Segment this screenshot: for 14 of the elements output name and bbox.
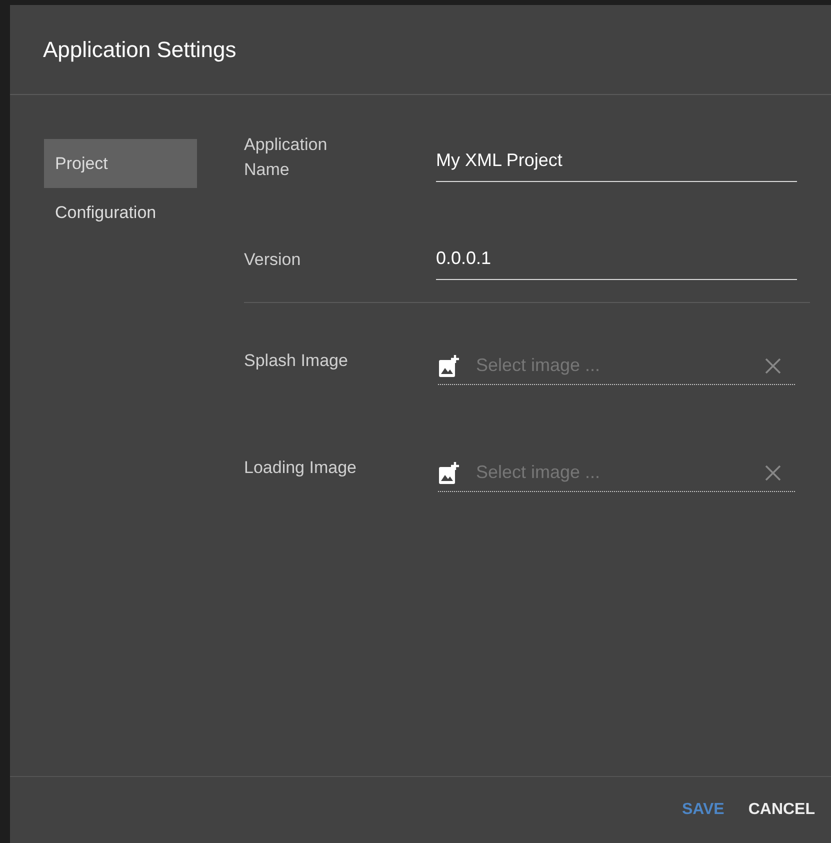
field-label: Application Name: [244, 134, 328, 181]
field-label: Splash Image: [244, 350, 349, 372]
dialog-button[interactable]: CANCEL: [740, 791, 823, 829]
text-field[interactable]: My XML Project: [436, 150, 797, 182]
field-label: Loading Image: [244, 457, 358, 480]
text-field[interactable]: 0.0.0.1: [436, 248, 797, 280]
field-label: Version: [244, 249, 302, 272]
close-icon[interactable]: [765, 464, 781, 481]
dialog-title: Application Settings: [43, 36, 236, 62]
add-image-icon[interactable]: [438, 460, 460, 485]
sidebar-item[interactable]: Configuration: [44, 188, 197, 237]
add-image-icon[interactable]: [438, 354, 460, 378]
close-icon[interactable]: [765, 358, 781, 374]
sidebar-item[interactable]: Project: [44, 139, 197, 188]
